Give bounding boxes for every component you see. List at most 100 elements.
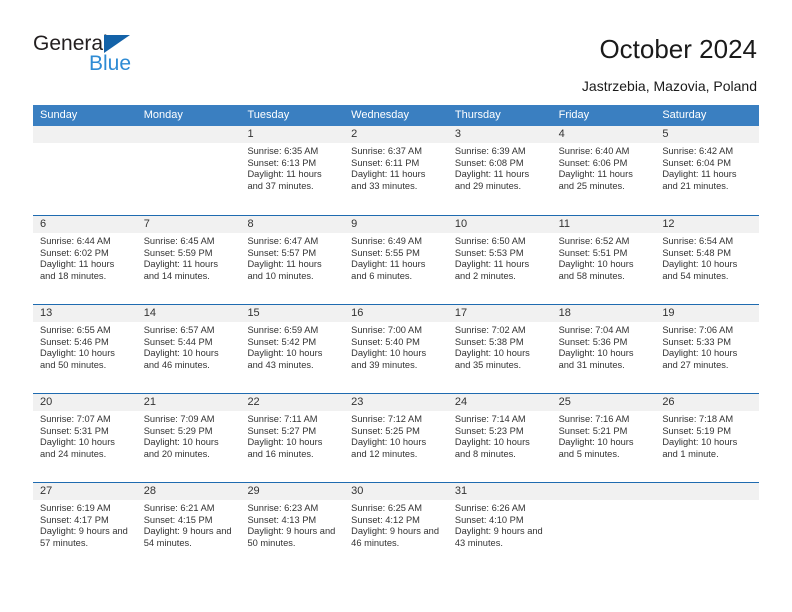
day-number: 22 (247, 396, 260, 408)
sunset-text: Sunset: 5:57 PM (247, 247, 317, 258)
day-cell[interactable]: 8 Sunrise: 6:47 AM Sunset: 5:57 PM Dayli… (240, 216, 345, 304)
daylight-text: Daylight: 10 hours and 58 minutes. (558, 259, 634, 281)
day-cell[interactable]: 10 Sunrise: 6:50 AM Sunset: 5:53 PM Dayl… (447, 216, 552, 304)
day-cell[interactable]: 27 Sunrise: 6:19 AM Sunset: 4:17 PM Dayl… (33, 483, 137, 571)
day-info: Sunrise: 7:16 AM Sunset: 5:21 PM Dayligh… (552, 411, 656, 460)
day-cell[interactable]: 18 Sunrise: 7:04 AM Sunset: 5:36 PM Dayl… (551, 305, 656, 393)
day-number-band: 31 (447, 483, 552, 500)
day-number-band: 30 (344, 483, 448, 500)
sunrise-text: Sunrise: 7:06 AM (662, 325, 734, 335)
day-info: Sunrise: 6:47 AM Sunset: 5:57 PM Dayligh… (240, 233, 344, 282)
daylight-text: Daylight: 11 hours and 25 minutes. (558, 169, 633, 191)
daylight-text: Daylight: 10 hours and 1 minute. (662, 437, 738, 459)
day-number: 7 (143, 218, 150, 230)
sunrise-text: Sunrise: 7:07 AM (40, 414, 111, 424)
day-cell[interactable]: 7 Sunrise: 6:45 AM Sunset: 5:59 PM Dayli… (136, 216, 241, 304)
sunset-text: Sunset: 6:06 PM (558, 157, 628, 168)
day-number: 9 (351, 218, 358, 230)
sunset-text: Sunset: 5:44 PM (143, 336, 213, 347)
day-cell[interactable]: 15 Sunrise: 6:59 AM Sunset: 5:42 PM Dayl… (240, 305, 345, 393)
sunrise-text: Sunrise: 6:59 AM (247, 325, 319, 335)
sunrise-text: Sunrise: 6:50 AM (454, 236, 526, 246)
day-cell[interactable]: 21 Sunrise: 7:09 AM Sunset: 5:29 PM Dayl… (136, 394, 241, 482)
week-row: 20 Sunrise: 7:07 AM Sunset: 5:31 PM Dayl… (33, 393, 760, 482)
day-number-band: 24 (447, 394, 552, 411)
day-number: 6 (40, 218, 47, 230)
day-number: 11 (558, 218, 571, 230)
day-cell[interactable]: 1 Sunrise: 6:35 AM Sunset: 6:13 PM Dayli… (240, 126, 345, 215)
day-cell[interactable]: 4 Sunrise: 6:40 AM Sunset: 6:06 PM Dayli… (551, 126, 656, 215)
day-info: Sunrise: 6:25 AM Sunset: 4:12 PM Dayligh… (344, 500, 448, 549)
day-cell[interactable]: 23 Sunrise: 7:12 AM Sunset: 5:25 PM Dayl… (344, 394, 448, 482)
day-info: Sunrise: 6:45 AM Sunset: 5:59 PM Dayligh… (137, 233, 241, 282)
day-cell[interactable]: 28 Sunrise: 6:21 AM Sunset: 4:15 PM Dayl… (136, 483, 241, 571)
day-number-band: 15 (240, 305, 345, 322)
sunrise-text: Sunrise: 7:12 AM (351, 414, 422, 424)
day-info: Sunrise: 6:19 AM Sunset: 4:17 PM Dayligh… (33, 500, 137, 549)
daylight-text: Daylight: 10 hours and 46 minutes. (143, 348, 219, 370)
day-cell[interactable]: 5 Sunrise: 6:42 AM Sunset: 6:04 PM Dayli… (655, 126, 760, 215)
day-number-band: 27 (33, 483, 137, 500)
day-number-band: 12 (655, 216, 760, 233)
day-cell[interactable]: 20 Sunrise: 7:07 AM Sunset: 5:31 PM Dayl… (33, 394, 137, 482)
day-cell[interactable]: 17 Sunrise: 7:02 AM Sunset: 5:38 PM Dayl… (447, 305, 552, 393)
sunrise-text: Sunrise: 6:39 AM (454, 146, 526, 156)
day-number-band: 5 (655, 126, 760, 143)
day-cell[interactable]: 29 Sunrise: 6:23 AM Sunset: 4:13 PM Dayl… (240, 483, 345, 571)
daylight-text: Daylight: 11 hours and 21 minutes. (662, 169, 737, 191)
day-info: Sunrise: 6:44 AM Sunset: 6:02 PM Dayligh… (33, 233, 137, 282)
day-info: Sunrise: 6:42 AM Sunset: 6:04 PM Dayligh… (655, 143, 759, 192)
day-cell[interactable]: 9 Sunrise: 6:49 AM Sunset: 5:55 PM Dayli… (344, 216, 448, 304)
day-cell[interactable]: 30 Sunrise: 6:25 AM Sunset: 4:12 PM Dayl… (344, 483, 448, 571)
day-info: Sunrise: 6:50 AM Sunset: 5:53 PM Dayligh… (448, 233, 552, 282)
day-cell[interactable]: 12 Sunrise: 6:54 AM Sunset: 5:48 PM Dayl… (655, 216, 760, 304)
sunrise-text: Sunrise: 7:14 AM (454, 414, 526, 424)
day-cell[interactable]: 26 Sunrise: 7:18 AM Sunset: 5:19 PM Dayl… (655, 394, 760, 482)
day-cell[interactable]: 19 Sunrise: 7:06 AM Sunset: 5:33 PM Dayl… (655, 305, 760, 393)
sunset-text: Sunset: 4:10 PM (454, 514, 524, 525)
day-cell[interactable]: 31 Sunrise: 6:26 AM Sunset: 4:10 PM Dayl… (447, 483, 552, 571)
sunrise-text: Sunrise: 6:19 AM (40, 503, 111, 513)
daylight-text: Daylight: 9 hours and 50 minutes. (247, 526, 336, 548)
daylight-text: Daylight: 10 hours and 16 minutes. (247, 437, 323, 459)
day-number-band: 17 (447, 305, 552, 322)
weekday-header-wednesday: Wednesday (351, 109, 410, 121)
day-info: Sunrise: 7:07 AM Sunset: 5:31 PM Dayligh… (33, 411, 137, 460)
day-info: Sunrise: 6:59 AM Sunset: 5:42 PM Dayligh… (240, 322, 344, 371)
day-number-band: 29 (240, 483, 345, 500)
day-cell[interactable]: 13 Sunrise: 6:55 AM Sunset: 5:46 PM Dayl… (33, 305, 137, 393)
daylight-text: Daylight: 10 hours and 8 minutes. (454, 437, 530, 459)
sunrise-text: Sunrise: 6:21 AM (143, 503, 215, 513)
daylight-text: Daylight: 10 hours and 39 minutes. (351, 348, 427, 370)
day-info: Sunrise: 6:39 AM Sunset: 6:08 PM Dayligh… (448, 143, 552, 192)
day-cell[interactable]: 6 Sunrise: 6:44 AM Sunset: 6:02 PM Dayli… (33, 216, 137, 304)
day-cell[interactable]: 16 Sunrise: 7:00 AM Sunset: 5:40 PM Dayl… (344, 305, 448, 393)
day-cell[interactable] (136, 126, 241, 215)
day-number-band: 28 (136, 483, 241, 500)
sunset-text: Sunset: 6:13 PM (247, 157, 317, 168)
day-number-band (551, 483, 656, 500)
day-cell[interactable] (551, 483, 656, 571)
day-number: 29 (247, 485, 260, 497)
day-cell[interactable] (33, 126, 137, 215)
sunset-text: Sunset: 5:51 PM (558, 247, 628, 258)
day-cell[interactable]: 3 Sunrise: 6:39 AM Sunset: 6:08 PM Dayli… (447, 126, 552, 215)
day-number: 26 (662, 396, 675, 408)
day-cell[interactable]: 11 Sunrise: 6:52 AM Sunset: 5:51 PM Dayl… (551, 216, 656, 304)
general-blue-logo[interactable]: General Blue (33, 33, 193, 85)
weekday-header-sunday: Sunday (40, 109, 78, 121)
day-number-band: 1 (240, 126, 345, 143)
daylight-text: Daylight: 10 hours and 54 minutes. (662, 259, 738, 281)
day-cell[interactable]: 24 Sunrise: 7:14 AM Sunset: 5:23 PM Dayl… (447, 394, 552, 482)
day-cell[interactable] (655, 483, 760, 571)
day-number: 19 (662, 307, 675, 319)
sunrise-text: Sunrise: 6:40 AM (558, 146, 630, 156)
daylight-text: Daylight: 10 hours and 27 minutes. (662, 348, 738, 370)
daylight-text: Daylight: 9 hours and 57 minutes. (40, 526, 128, 548)
day-cell[interactable]: 14 Sunrise: 6:57 AM Sunset: 5:44 PM Dayl… (136, 305, 241, 393)
day-number: 27 (40, 485, 53, 497)
day-cell[interactable]: 22 Sunrise: 7:11 AM Sunset: 5:27 PM Dayl… (240, 394, 345, 482)
day-cell[interactable]: 25 Sunrise: 7:16 AM Sunset: 5:21 PM Dayl… (551, 394, 656, 482)
day-cell[interactable]: 2 Sunrise: 6:37 AM Sunset: 6:11 PM Dayli… (344, 126, 448, 215)
sunset-text: Sunset: 5:55 PM (351, 247, 420, 258)
